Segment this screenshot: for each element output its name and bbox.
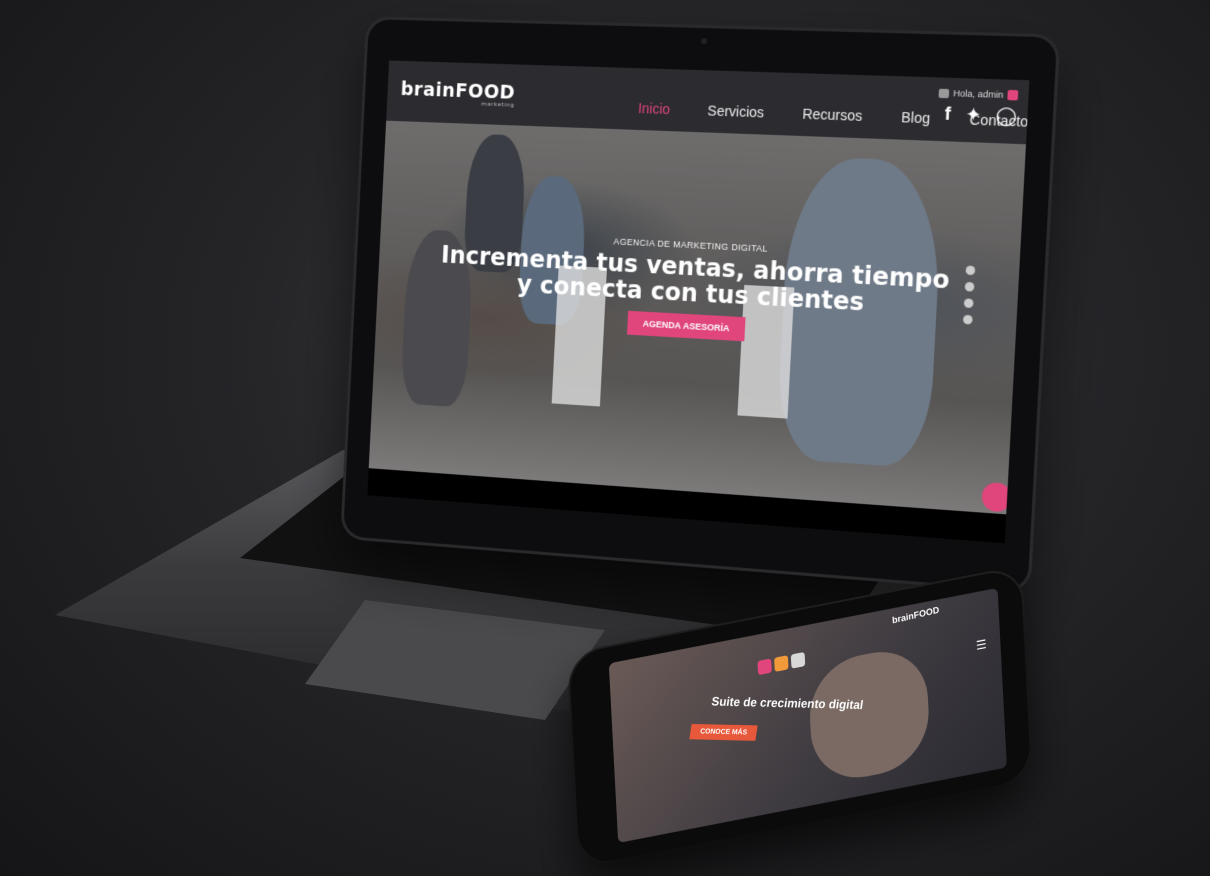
phone-logo[interactable]: brainFOOD [892,605,940,626]
instagram-icon[interactable]: ◯ [995,105,1017,126]
facebook-icon[interactable]: f [944,103,951,124]
app-icon [774,655,789,672]
slider-dot[interactable] [964,281,975,292]
twitter-icon[interactable]: ✦ [965,104,982,125]
user-avatar-icon [938,88,950,98]
hamburger-menu-icon[interactable]: ☰ [976,637,987,653]
agenda-asesoria-button[interactable]: AGENDA ASESORÍA [626,310,746,342]
phone-app-icons [757,651,806,676]
slider-dot[interactable] [965,265,976,276]
nav-item-recursos[interactable]: Recursos [802,106,863,124]
chat-icon[interactable] [981,481,1013,513]
nav-item-servicios[interactable]: Servicios [707,102,764,120]
site-logo[interactable]: brainFOOD marketing [400,78,515,108]
phone-hero-title: Suite de crecimiento digital [710,694,865,713]
laptop-screen: brainFOOD marketing Inicio Servicios Rec… [367,60,1030,544]
slider-dot[interactable] [962,314,973,325]
nav-item-blog[interactable]: Blog [901,109,931,126]
header-right: Hola, admin f ✦ ◯ [937,88,1019,126]
app-icon [790,651,806,669]
slider-dot[interactable] [963,298,974,309]
phone-hero-photo [807,642,932,787]
user-greeting[interactable]: Hola, admin [938,88,1019,101]
notification-icon[interactable] [1007,89,1019,101]
conoce-mas-button[interactable]: CONOCE MÁS [689,723,758,741]
camera-icon [700,38,707,45]
nav-item-inicio[interactable]: Inicio [638,100,671,117]
hero-section: AGENCIA DE MARKETING DIGITAL Incrementa … [368,120,1027,515]
social-links: f ✦ ◯ [937,103,1017,126]
app-icon [757,658,772,676]
laptop-lid: brainFOOD marketing Inicio Servicios Rec… [343,19,1058,591]
